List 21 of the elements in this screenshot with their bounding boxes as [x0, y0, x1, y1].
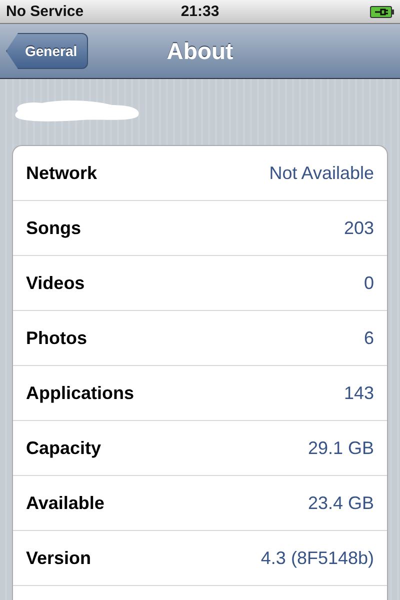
clock: 21:33: [180, 3, 220, 20]
row-value: 143: [344, 382, 374, 404]
row-value: 6: [364, 328, 374, 348]
row-value: 29.1 GB: [308, 438, 374, 458]
back-button[interactable]: General: [6, 33, 88, 69]
row-label: Network: [26, 162, 98, 184]
battery-icon: [370, 6, 394, 18]
row-value: 203: [344, 218, 374, 238]
row-label: Capacity: [26, 438, 102, 458]
page-title: About: [166, 38, 234, 64]
carrier-label: No Service: [6, 3, 84, 20]
row-value: 23.4 GB: [308, 492, 374, 514]
row-label: Available: [26, 492, 104, 514]
row-label: Version: [26, 548, 92, 568]
row-value: 0: [364, 272, 374, 294]
row-label: Songs: [26, 218, 82, 238]
row-value: Not Available: [269, 162, 374, 184]
row-label: Photos: [26, 328, 87, 348]
row-label: Videos: [26, 272, 85, 294]
row-label: Applications: [26, 382, 134, 404]
row-value: 4.3 (8F5148b): [260, 548, 374, 568]
